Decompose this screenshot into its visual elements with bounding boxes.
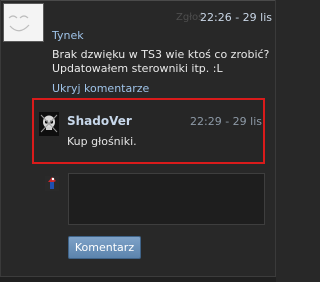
comment-timestamp: 22:26 - 29 lis bbox=[200, 11, 272, 24]
shadover-avatar[interactable] bbox=[39, 112, 59, 136]
right-border bbox=[275, 0, 276, 281]
current-user-avatar[interactable] bbox=[45, 176, 59, 191]
skull-icon bbox=[40, 114, 58, 133]
reply-author-link[interactable]: ShadoVer bbox=[67, 114, 132, 128]
top-border bbox=[0, 0, 276, 1]
comment-author-link[interactable]: Tynek bbox=[52, 29, 84, 42]
smiley-face-icon bbox=[8, 15, 30, 32]
reply-timestamp: 22:29 - 29 lis bbox=[190, 115, 262, 128]
highlighted-reply: ShadoVer 22:29 - 29 lis Kup głośniki. bbox=[32, 98, 265, 164]
bottom-border bbox=[0, 276, 276, 282]
comment-input[interactable] bbox=[68, 173, 265, 225]
left-border bbox=[0, 0, 1, 281]
hide-comments-link[interactable]: Ukryj komentarze bbox=[52, 82, 149, 95]
tynek-avatar[interactable] bbox=[3, 3, 44, 42]
user-avatar-icon bbox=[45, 176, 59, 191]
submit-comment-button[interactable]: Komentarz bbox=[68, 236, 141, 259]
comment-text: Brak dzwięku w TS3 wie ktoś co zrobić? U… bbox=[52, 48, 270, 75]
reply-text: Kup głośniki. bbox=[67, 135, 137, 148]
